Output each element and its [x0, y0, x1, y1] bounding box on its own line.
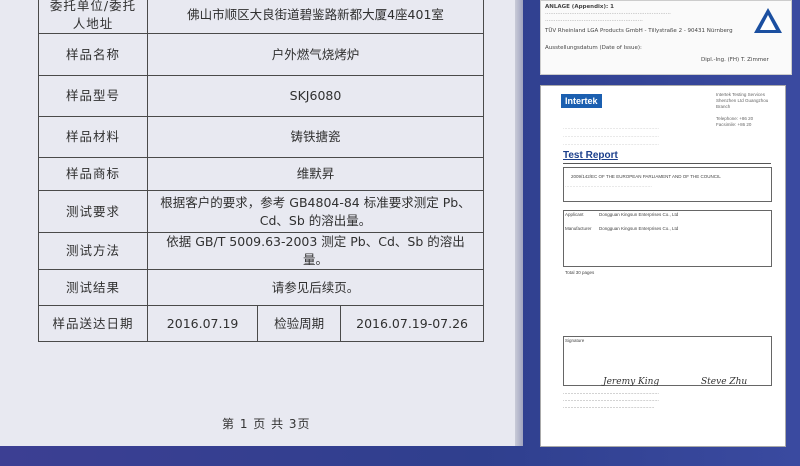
signature-label: Signature	[565, 338, 585, 343]
signature-1: Jeremy King	[603, 377, 660, 387]
manufacturer-name: Dongguan Kingsun Enterprises Co., Ltd	[599, 226, 679, 231]
applicant-name: Dongguan Kingsun Enterprises Co., Ltd	[599, 212, 679, 217]
sample-info-table: 委托单位/委托人地址 佛山市顺区大良街道碧鉴路新都大厦4座401室 样品名称 户…	[38, 0, 484, 342]
row-key: 样品商标	[38, 157, 148, 191]
directive-text: 2009/142/EC OF THE EUROPEAN PARLIAMENT A…	[571, 174, 721, 179]
manufacturer-label: Manufacturer	[565, 226, 592, 231]
table-row: 测试方法 依据 GB/T 5009.63-2003 测定 Pb、Cd、Sb 的溶…	[38, 232, 484, 270]
divider	[563, 163, 771, 164]
tuv-logo-icon	[754, 8, 782, 33]
row-key: 样品型号	[38, 75, 148, 117]
table-row: 委托单位/委托人地址 佛山市顺区大良街道碧鉴路新都大厦4座401室	[38, 0, 484, 34]
applicant-label: Applicant	[565, 212, 584, 217]
certificate-header: ANLAGE (Appendix): 1	[545, 4, 614, 10]
intertek-report: Intertek Intertek Testing Services Shenzh…	[540, 85, 786, 447]
signature-2: Steve Zhu	[701, 377, 748, 387]
certificate-signature: Dipl.-Ing. (FH) T. Zimmer	[701, 57, 769, 63]
test-document-page: 委托单位/委托人地址 佛山市顺区大良街道碧鉴路新都大厦4座401室 样品名称 户…	[0, 0, 523, 446]
total-pages: Total 30 pages	[565, 270, 595, 275]
row-key: 样品名称	[38, 33, 148, 76]
page-footer: 第 1 页 共 3页	[222, 417, 311, 431]
row-value: 根据客户的要求，参考 GB4804-84 标准要求测定 Pb、Cd、Sb 的溶出…	[147, 190, 484, 233]
row-value: 请参见后续页。	[147, 269, 484, 306]
row-key: 委托单位/委托人地址	[38, 0, 148, 34]
party-grid	[563, 210, 772, 267]
closing-text: ········································…	[563, 391, 659, 396]
directive-filler: ········································…	[565, 184, 652, 189]
closing-text: ········································…	[563, 398, 659, 403]
table-row: 样品材料 铸铁搪瓷	[38, 116, 484, 158]
row-value: 维默昇	[147, 157, 484, 191]
certificate-date-label: Ausstellungsdatum (Date of Issue):	[545, 45, 642, 51]
certificate-issuer: TÜV Rheinland LGA Products GmbH - Tillys…	[545, 28, 733, 34]
disclaimer-text: ········································…	[563, 142, 659, 147]
send-date-key: 样品送达日期	[38, 305, 148, 342]
certificate-fragment: ANLAGE (Appendix): 1 ···················…	[540, 0, 792, 75]
table-row: 测试要求 根据客户的要求，参考 GB4804-84 标准要求测定 Pb、Cd、S…	[38, 190, 484, 233]
disclaimer-text: ········································…	[563, 126, 659, 131]
certificate-filler-line: ········································…	[545, 11, 671, 17]
row-value: 佛山市顺区大良街道碧鉴路新都大厦4座401室	[147, 0, 484, 34]
row-key: 样品材料	[38, 116, 148, 158]
row-key: 测试要求	[38, 190, 148, 233]
table-row: 样品送达日期 2016.07.19 检验周期 2016.07.19-07.26	[38, 305, 484, 342]
contact-block: Telephone: +86 20 Facsimile: +86 20	[716, 116, 754, 127]
row-value: 依据 GB/T 5009.63-2003 测定 Pb、Cd、Sb 的溶出量。	[147, 232, 484, 270]
period-key: 检验周期	[257, 305, 342, 342]
intertek-logo: Intertek	[561, 94, 602, 108]
disclaimer-text: ········································…	[563, 134, 659, 139]
table-row: 测试结果 请参见后续页。	[38, 269, 484, 306]
table-row: 样品名称 户外燃气烧烤炉	[38, 33, 484, 76]
report-title: Test Report	[563, 150, 618, 161]
row-value: 铸铁搪瓷	[147, 116, 484, 158]
page-edge	[515, 0, 523, 446]
send-date: 2016.07.19	[146, 305, 259, 342]
row-value: 户外燃气烧烤炉	[147, 33, 484, 76]
row-key: 测试方法	[38, 232, 148, 270]
row-key: 测试结果	[38, 269, 148, 306]
table-row: 样品商标 维默昇	[38, 157, 484, 191]
closing-text: ········································…	[563, 405, 655, 410]
certificate-filler-line: ········································…	[545, 18, 643, 24]
period: 2016.07.19-07.26	[340, 305, 484, 342]
row-value: SKJ6080	[147, 75, 484, 117]
address-block: Intertek Testing Services Shenzhen Ltd Gu…	[716, 92, 769, 109]
table-row: 样品型号 SKJ6080	[38, 75, 484, 117]
